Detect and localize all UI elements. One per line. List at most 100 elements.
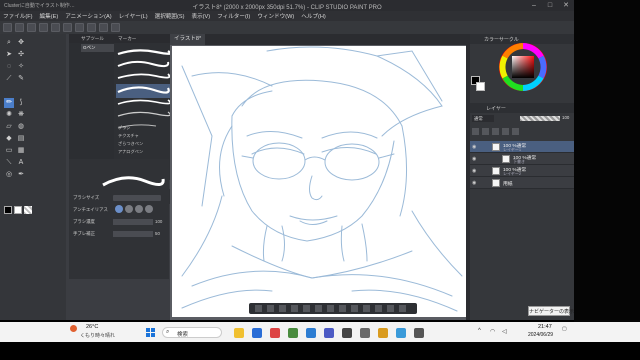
opacity-slider[interactable] xyxy=(520,116,560,121)
sub-color-swatch[interactable] xyxy=(14,206,22,214)
rotate-left-icon[interactable] xyxy=(255,305,262,312)
open-file-button[interactable] xyxy=(15,23,24,32)
draft-layer-icon[interactable] xyxy=(492,128,499,135)
drawing-canvas[interactable] xyxy=(172,46,466,317)
antialias-option-icon[interactable] xyxy=(145,205,153,213)
menu-help[interactable]: ヘルプ(H) xyxy=(301,12,326,20)
edge-icon[interactable] xyxy=(252,328,262,338)
blend-mode-select[interactable]: 通常 xyxy=(472,115,494,122)
menu-window[interactable]: ウィンドウ(W) xyxy=(257,12,294,20)
operation-tool-icon[interactable]: ➤ xyxy=(4,50,14,60)
airbrush-tool-icon[interactable]: ✺ xyxy=(4,110,14,120)
clock-date[interactable]: 2024/06/29 xyxy=(528,332,553,338)
brush-item[interactable]: アナログペン xyxy=(118,148,168,156)
visibility-icon[interactable]: ◉ xyxy=(472,156,476,162)
visibility-icon[interactable]: ◉ xyxy=(472,144,476,150)
maximize-button[interactable]: □ xyxy=(542,0,558,11)
canvas-tab[interactable]: イラスト8* xyxy=(170,34,206,45)
flip-horizontal-icon[interactable] xyxy=(279,305,286,312)
transform-button[interactable] xyxy=(75,23,84,32)
close-button[interactable]: ✕ xyxy=(558,0,574,11)
app-icon[interactable] xyxy=(288,328,298,338)
brush-size-slider[interactable] xyxy=(113,195,161,201)
volume-icon[interactable]: ◁ xyxy=(502,328,507,335)
antialias-option-icon[interactable] xyxy=(135,205,143,213)
explorer-icon[interactable] xyxy=(234,328,244,338)
main-color-swatch[interactable] xyxy=(4,206,12,214)
brush-density-slider[interactable] xyxy=(113,219,153,225)
clip-layer-icon[interactable] xyxy=(472,128,479,135)
frame-tool-icon[interactable]: ▦ xyxy=(16,146,26,156)
app-icon[interactable] xyxy=(342,328,352,338)
save-button[interactable] xyxy=(27,23,36,32)
sub-color-swatch[interactable] xyxy=(476,82,485,91)
redo-button[interactable] xyxy=(51,23,60,32)
move-tool-icon[interactable]: ✥ xyxy=(16,38,26,48)
layer-row[interactable]: ◉ 100 %通常 下書き xyxy=(470,153,574,165)
menu-filter[interactable]: フィルター(I) xyxy=(217,12,250,20)
menu-view[interactable]: 表示(V) xyxy=(191,12,210,20)
gradient-tool-icon[interactable]: ▤ xyxy=(16,134,26,144)
antialias-option-icon[interactable] xyxy=(125,205,133,213)
clip-studio-icon[interactable] xyxy=(378,328,388,338)
fill-icon[interactable] xyxy=(387,305,394,312)
start-icon[interactable] xyxy=(146,328,155,337)
minimize-button[interactable]: – xyxy=(526,0,542,11)
menu-layer[interactable]: レイヤー(L) xyxy=(119,12,148,20)
eyedropper-tool-icon[interactable]: ⟋ xyxy=(4,74,14,84)
antialias-option-icon[interactable] xyxy=(115,205,123,213)
stabilization-slider[interactable] xyxy=(113,231,153,237)
menu-edit[interactable]: 編集(E) xyxy=(40,12,59,20)
pen-tool-icon[interactable]: ✎ xyxy=(16,74,26,84)
fit-to-screen-icon[interactable] xyxy=(315,305,322,312)
invert-selection-button[interactable] xyxy=(99,23,108,32)
search-input[interactable]: 検索 xyxy=(162,327,222,338)
decoration-tool-icon[interactable]: ❋ xyxy=(16,110,26,120)
actual-size-icon[interactable] xyxy=(327,305,334,312)
menu-animation[interactable]: アニメーション(A) xyxy=(65,12,111,20)
move-layer-tool-icon[interactable]: ✣ xyxy=(16,50,26,60)
app-icon[interactable] xyxy=(306,328,316,338)
color-wheel[interactable] xyxy=(498,42,548,92)
clear-icon[interactable] xyxy=(375,305,382,312)
figure-tool-icon[interactable]: ▭ xyxy=(4,146,14,156)
wand-tool-icon[interactable]: ✧ xyxy=(16,62,26,72)
app-icon[interactable] xyxy=(414,328,424,338)
clock-time[interactable]: 21:47 xyxy=(538,324,552,330)
brush-tool-icon[interactable]: ⟆ xyxy=(16,98,26,108)
balloon-tool-icon[interactable]: ◎ xyxy=(4,170,14,180)
app-icon[interactable] xyxy=(270,328,280,338)
menu-selection[interactable]: 選択範囲(S) xyxy=(155,12,185,20)
undo-icon[interactable] xyxy=(351,305,358,312)
reset-rotation-icon[interactable] xyxy=(339,305,346,312)
transform-icon[interactable] xyxy=(399,305,406,312)
deselect-button[interactable] xyxy=(87,23,96,32)
brush-item[interactable]: テクスチャ xyxy=(118,132,168,140)
snap-button[interactable] xyxy=(111,23,120,32)
app-icon[interactable] xyxy=(324,328,334,338)
brush-item[interactable]: ブラシ xyxy=(118,124,168,132)
zoom-out-icon[interactable] xyxy=(303,305,310,312)
blend-tool-icon[interactable]: ◍ xyxy=(16,122,26,132)
mask-layer-icon[interactable] xyxy=(512,128,519,135)
ruler-tool-icon[interactable]: ⟍ xyxy=(4,158,14,168)
layer-row[interactable]: ◉ 100 %通常 レイヤー2 xyxy=(470,165,574,177)
transparent-color-swatch[interactable] xyxy=(24,206,32,214)
undo-button[interactable] xyxy=(39,23,48,32)
layer-row[interactable]: ◉ 用紙 xyxy=(470,177,574,189)
correct-line-tool-icon[interactable]: ✒ xyxy=(16,170,26,180)
new-file-button[interactable] xyxy=(3,23,12,32)
app-icon[interactable] xyxy=(396,328,406,338)
clear-button[interactable] xyxy=(63,23,72,32)
app-icon[interactable] xyxy=(360,328,370,338)
lasso-tool-icon[interactable]: ◌ xyxy=(4,62,14,72)
subtool-tab-g-pen[interactable]: Gペン xyxy=(81,44,115,52)
zoom-tool-icon[interactable]: ⌕ xyxy=(4,38,14,48)
visibility-icon[interactable]: ◉ xyxy=(472,180,476,186)
notification-icon[interactable]: ▢ xyxy=(562,326,570,338)
network-icon[interactable]: ◠ xyxy=(490,328,495,335)
reference-layer-icon[interactable] xyxy=(482,128,489,135)
pencil-tool-icon[interactable]: ✏ xyxy=(4,98,14,108)
lock-layer-icon[interactable] xyxy=(502,128,509,135)
layer-row[interactable]: ◉ 100 %通常 レイヤー1 xyxy=(470,141,574,153)
